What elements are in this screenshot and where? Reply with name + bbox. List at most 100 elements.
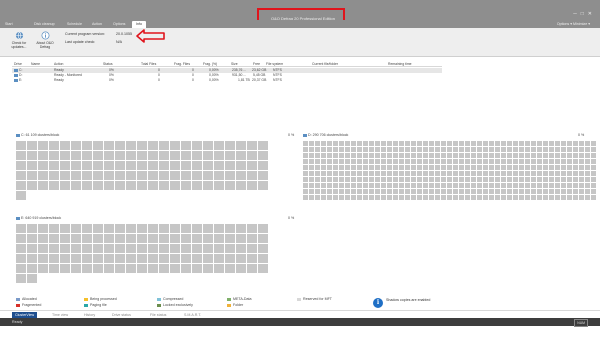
tab-options[interactable]: Options (113, 21, 125, 28)
cluster-block (93, 254, 103, 263)
cluster-block (170, 234, 180, 243)
cluster-block (137, 234, 147, 243)
cluster-block (148, 254, 158, 263)
cluster-block (345, 189, 350, 194)
cluster-block (60, 141, 70, 150)
col-name[interactable]: Name (31, 61, 40, 67)
tab-schedule[interactable]: Schedule (67, 21, 82, 28)
cluster-block (27, 181, 37, 190)
cluster-block (561, 171, 566, 176)
cluster-block (447, 153, 452, 158)
drive-icon (16, 216, 20, 220)
cluster-block (525, 183, 530, 188)
cluster-block (214, 141, 224, 150)
cluster-block (393, 171, 398, 176)
drive-row-e[interactable]: E: Ready 0% 0 0 0,00% 1,81 TB 20,37 GB N… (12, 78, 442, 83)
cluster-block (465, 159, 470, 164)
cluster-block (381, 147, 386, 152)
col-frag-files[interactable]: Frag. Files (174, 61, 190, 67)
col-action[interactable]: Action (54, 61, 63, 67)
cluster-block (203, 254, 213, 263)
cluster-block (435, 147, 440, 152)
cluster-block (459, 177, 464, 182)
cluster-block (447, 141, 452, 146)
cluster-block (525, 141, 530, 146)
col-free[interactable]: Free (253, 61, 260, 67)
tab-start[interactable]: Start (5, 21, 13, 28)
cluster-block (459, 159, 464, 164)
cluster-block (489, 165, 494, 170)
cluster-block (531, 153, 536, 158)
cluster-block (71, 264, 81, 273)
cluster-block (369, 183, 374, 188)
cluster-block (441, 189, 446, 194)
tab-action[interactable]: Action (92, 21, 102, 28)
col-status[interactable]: Status (103, 61, 113, 67)
cluster-block (309, 153, 314, 158)
cluster-block (357, 159, 362, 164)
col-frag-pct[interactable]: Frag. (%) (203, 61, 217, 67)
cluster-block (225, 161, 235, 170)
cluster-block (447, 171, 452, 176)
drive-icon (16, 133, 20, 137)
cluster-block (549, 189, 554, 194)
cluster-block (315, 177, 320, 182)
cluster-block (453, 171, 458, 176)
cluster-block (495, 159, 500, 164)
cluster-block (82, 161, 92, 170)
cluster-block (49, 224, 59, 233)
cluster-block (236, 244, 246, 253)
cluster-block (405, 177, 410, 182)
cluster-block (71, 171, 81, 180)
cluster-block (159, 181, 169, 190)
col-remaining-time[interactable]: Remaining time (388, 61, 412, 67)
tab-disk-cleanup[interactable]: Disk cleanup (34, 21, 55, 28)
cluster-block (519, 183, 524, 188)
cluster-block (531, 177, 536, 182)
close-icon[interactable]: ✕ (588, 12, 592, 17)
cluster-block (501, 195, 506, 200)
about-button[interactable]: About O&O Defrag (34, 31, 56, 49)
cluster-block (369, 153, 374, 158)
cluster-block (126, 161, 136, 170)
cluster-block (170, 161, 180, 170)
cluster-block (71, 224, 81, 233)
cluster-block (543, 153, 548, 158)
drive-icon (14, 73, 18, 77)
cluster-block (537, 153, 542, 158)
cluster-block (115, 141, 125, 150)
cluster-block (549, 153, 554, 158)
cluster-block (357, 147, 362, 152)
cluster-block (513, 147, 518, 152)
cluster-block (393, 183, 398, 188)
drive-free: 20,37 GB (252, 78, 267, 82)
cluster-block (258, 264, 268, 273)
cluster-block (115, 264, 125, 273)
col-file-system[interactable]: File system (266, 61, 283, 67)
cluster-block (519, 165, 524, 170)
cluster-block (453, 147, 458, 152)
cluster-block (567, 177, 572, 182)
col-current-file[interactable]: Current file/folder (312, 61, 338, 67)
cluster-block (579, 159, 584, 164)
check-updates-button[interactable]: Check for updates... (8, 31, 30, 49)
cluster-block (411, 159, 416, 164)
cluster-block (579, 165, 584, 170)
col-total-files[interactable]: Total Files (141, 61, 156, 67)
cluster-block (126, 234, 136, 243)
cluster-block (93, 181, 103, 190)
col-drive[interactable]: Drive (14, 61, 22, 67)
cluster-block (411, 195, 416, 200)
cluster-block (501, 141, 506, 146)
cluster-block (375, 195, 380, 200)
tab-info[interactable]: Info (132, 21, 146, 28)
cluster-block (225, 234, 235, 243)
cluster-block (429, 159, 434, 164)
col-size[interactable]: Size (231, 61, 238, 67)
maximize-icon[interactable]: □ (581, 12, 584, 17)
cluster-block (591, 153, 596, 158)
minimize-icon[interactable]: ─ (573, 12, 577, 17)
options-minimize-menu[interactable]: Options ▾ Minimize ▾ (557, 21, 590, 28)
cluster-block (441, 171, 446, 176)
cluster-block (357, 171, 362, 176)
